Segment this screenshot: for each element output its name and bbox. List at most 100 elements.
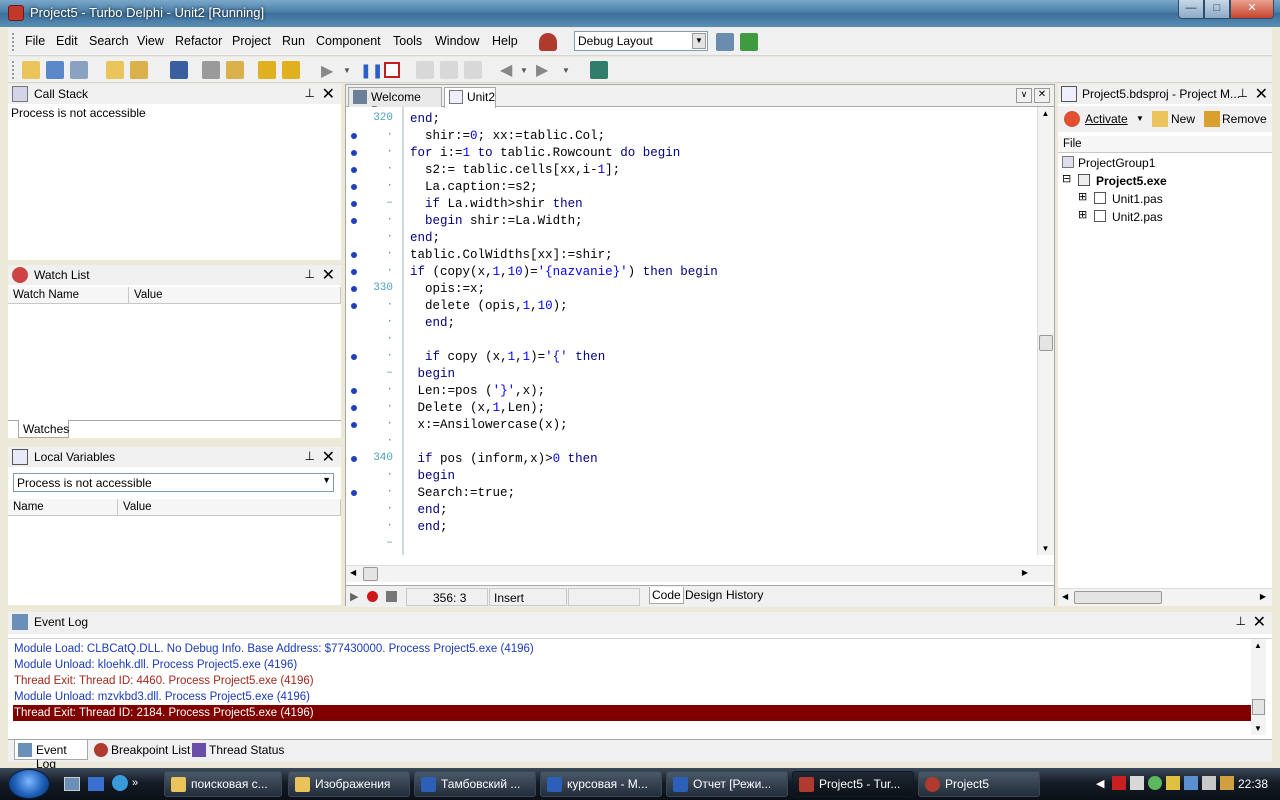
code-line[interactable]: La.caption:=s2;: [410, 179, 538, 196]
update-icon[interactable]: [1148, 776, 1162, 790]
tab-thread-status[interactable]: Thread Status: [190, 740, 286, 760]
pause-icon[interactable]: ❚❚: [360, 62, 383, 79]
horizontal-scrollbar[interactable]: ◀ ▶: [1058, 588, 1272, 606]
helmet-icon[interactable]: [539, 33, 557, 51]
tray-app-icon[interactable]: [1220, 776, 1234, 790]
toggle-form-unit-icon[interactable]: [202, 61, 220, 79]
scroll-up-icon[interactable]: ▲: [1254, 641, 1262, 650]
editor-gutter[interactable]: 320 · · · · – · · · · 330 · · · · – · · · · 340 · · · · –: [346, 107, 404, 555]
tab-event-log[interactable]: Event Log: [14, 740, 88, 771]
activate-button[interactable]: Activate: [1085, 112, 1128, 126]
breakpoint-dot[interactable]: [351, 422, 357, 428]
menu-edit[interactable]: Edit: [56, 34, 78, 48]
pin-icon[interactable]: ⊥: [1238, 86, 1248, 100]
save-desktop-icon[interactable]: [716, 33, 734, 51]
code-line[interactable]: Delete (x,1,Len);: [410, 400, 546, 417]
maximize-button[interactable]: □: [1204, 0, 1230, 19]
view-unit-icon[interactable]: [226, 61, 244, 79]
tab-history[interactable]: History: [724, 587, 765, 603]
antivirus-icon[interactable]: [1112, 776, 1126, 790]
close-tab-icon[interactable]: ✕: [1034, 88, 1050, 103]
breakpoint-dot[interactable]: [351, 303, 357, 309]
tab-design[interactable]: Design: [683, 587, 724, 603]
breakpoint-dot[interactable]: [351, 286, 357, 292]
column-header-value[interactable]: Value: [129, 287, 341, 304]
column-header-watch-name[interactable]: Watch Name: [8, 287, 129, 304]
event-log-list[interactable]: Module Load: CLBCatQ.DLL. No Debug Info.…: [8, 638, 1272, 735]
forward-arrow-icon[interactable]: ▶: [536, 60, 548, 80]
code-line[interactable]: if copy (x,1,1)='{' then: [410, 349, 605, 366]
code-line[interactable]: shir:=0; xx:=tablic.Col;: [410, 128, 605, 145]
code-line[interactable]: end;: [410, 519, 448, 536]
run-icon[interactable]: ▶: [321, 61, 333, 81]
remove-from-project-icon[interactable]: [282, 61, 300, 79]
taskbar-button[interactable]: курсовая - М...: [540, 771, 662, 797]
tab-welcome-page[interactable]: Welcome Page: [348, 87, 442, 118]
layout-select[interactable]: Debug Layout ▼: [574, 31, 708, 51]
switch-windows-icon[interactable]: [88, 777, 104, 791]
horizontal-scroll-thumb[interactable]: [363, 567, 378, 581]
run-to-cursor-icon[interactable]: [464, 61, 482, 79]
scroll-down-icon[interactable]: ▼: [1038, 544, 1053, 553]
internet-explorer-icon[interactable]: [112, 775, 128, 791]
menu-search[interactable]: Search: [89, 34, 129, 48]
breakpoint-dot[interactable]: [351, 388, 357, 394]
language-icon[interactable]: [1130, 776, 1144, 790]
vertical-scrollbar[interactable]: ▲ ▼: [1037, 107, 1054, 555]
macro-record-icon[interactable]: [367, 591, 378, 602]
log-entry[interactable]: Thread Exit: Thread ID: 4460. Process Pr…: [14, 673, 314, 689]
macro-stop-icon[interactable]: [386, 591, 397, 602]
breakpoint-dot[interactable]: [351, 167, 357, 173]
horizontal-scroll-thumb[interactable]: [1074, 591, 1162, 604]
scroll-up-icon[interactable]: ▲: [1038, 109, 1053, 118]
code-line[interactable]: for i:=1 to tablic.Rowcount do begin: [410, 145, 680, 162]
power-icon[interactable]: [1166, 776, 1180, 790]
new-button[interactable]: New: [1171, 112, 1195, 126]
horizontal-scrollbar[interactable]: ◀ ▶: [346, 565, 1054, 582]
scroll-left-icon[interactable]: ◀: [1062, 592, 1068, 601]
pin-icon[interactable]: ⊥: [305, 267, 315, 281]
toolbar-grip[interactable]: [12, 33, 15, 51]
breakpoint-dot[interactable]: [351, 405, 357, 411]
code-line[interactable]: Len:=pos ('}',x);: [410, 383, 546, 400]
new-icon[interactable]: [106, 61, 124, 79]
chevron-down-icon[interactable]: ∨: [1016, 88, 1032, 103]
chevron-down-icon[interactable]: ▼: [343, 66, 351, 75]
log-entry-selected[interactable]: Thread Exit: Thread ID: 2184. Process Pr…: [13, 705, 1251, 721]
code-line[interactable]: x:=Ansilowercase(x);: [410, 417, 568, 434]
open-icon[interactable]: [130, 61, 148, 79]
code-line[interactable]: end;: [410, 502, 448, 519]
code-line[interactable]: opis:=x;: [410, 281, 485, 298]
save-icon[interactable]: [170, 61, 188, 79]
close-icon[interactable]: ✕: [322, 447, 335, 467]
macro-play-icon[interactable]: ▶: [350, 590, 358, 603]
code-line[interactable]: delete (opis,1,10);: [410, 298, 568, 315]
menu-file[interactable]: File: [25, 34, 45, 48]
breakpoint-dot[interactable]: [351, 456, 357, 462]
code-text[interactable]: end; shir:=0; xx:=tablic.Col; for i:=1 to…: [410, 107, 1030, 555]
tab-code[interactable]: Code: [649, 587, 684, 604]
chevron-down-icon[interactable]: ▼: [692, 33, 706, 49]
quick-launch-more-icon[interactable]: »: [132, 777, 138, 789]
pin-icon[interactable]: ⊥: [305, 449, 315, 463]
close-icon[interactable]: ✕: [1253, 612, 1266, 632]
taskbar-button-active[interactable]: Project5 - Tur...: [792, 771, 914, 797]
menu-project[interactable]: Project: [232, 34, 271, 48]
log-entry[interactable]: Module Unload: mzvkbd3.dll. Process Proj…: [14, 689, 310, 705]
menu-component[interactable]: Component: [316, 34, 381, 48]
close-icon[interactable]: ✕: [322, 84, 335, 104]
menu-view[interactable]: View: [137, 34, 164, 48]
expand-icon[interactable]: ⊞: [1078, 190, 1087, 203]
start-button[interactable]: [8, 769, 50, 799]
log-entry[interactable]: Module Unload: kloehk.dll. Process Proje…: [14, 657, 297, 673]
pin-icon[interactable]: ⊥: [1236, 614, 1246, 628]
show-desktop-icon[interactable]: [64, 777, 80, 791]
tab-breakpoint-list[interactable]: Breakpoint List: [92, 740, 192, 760]
chevron-down-icon[interactable]: ▼: [322, 475, 331, 485]
breakpoint-dot[interactable]: [351, 252, 357, 258]
tab-watches[interactable]: Watches: [18, 420, 69, 438]
pin-icon[interactable]: ⊥: [305, 86, 315, 100]
minimize-button[interactable]: —: [1178, 0, 1204, 19]
step-over-icon[interactable]: [440, 61, 458, 79]
breakpoint-dot[interactable]: [351, 184, 357, 190]
